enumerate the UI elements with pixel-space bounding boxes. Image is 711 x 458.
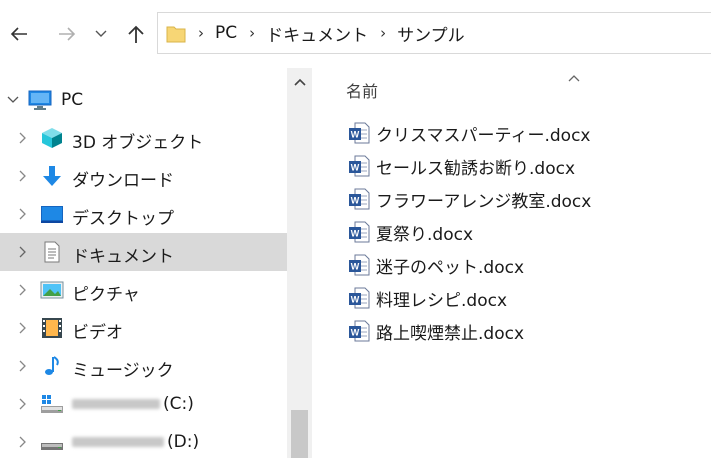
file-name: フラワーアレンジ教室.docx (376, 191, 592, 212)
file-item[interactable]: W 料理レシピ.docx (348, 285, 507, 311)
sort-ascending-icon (568, 75, 580, 82)
arrow-left-icon (10, 27, 27, 41)
svg-text:W: W (351, 196, 360, 206)
scroll-thumb[interactable] (291, 410, 308, 458)
redacted-text (72, 399, 160, 409)
sidebar-item-label: PC (61, 90, 84, 110)
file-name: クリスマスパーティー.docx (376, 125, 591, 146)
svg-text:W: W (351, 295, 360, 305)
svg-text:W: W (351, 229, 360, 239)
recent-locations-button[interactable] (92, 20, 110, 48)
back-button[interactable] (6, 20, 32, 48)
videos-icon (42, 318, 62, 338)
svg-text:W: W (351, 130, 360, 140)
chevron-down-icon (95, 30, 107, 37)
file-item[interactable]: W 夏祭り.docx (348, 219, 473, 245)
breadcrumb-documents[interactable]: ドキュメント (266, 21, 368, 46)
desktop-icon (41, 206, 63, 223)
sidebar-item-label: (D:) (72, 432, 199, 452)
sidebar-item-label: ミュージック (72, 361, 174, 381)
chevron-right-icon[interactable] (16, 359, 30, 373)
sidebar-item-label: (C:) (72, 394, 194, 414)
file-item[interactable]: W 路上喫煙禁止.docx (348, 318, 524, 344)
documents-icon (44, 241, 60, 263)
file-name: 料理レシピ.docx (376, 290, 508, 311)
breadcrumb-sample[interactable]: サンプル (397, 21, 465, 46)
word-document-icon: W (348, 320, 370, 342)
redacted-text (72, 437, 164, 447)
up-button[interactable] (123, 20, 149, 48)
chevron-down-icon[interactable] (6, 93, 20, 107)
file-list: 名前 W クリスマスパーティー.docx W セールス勧誘お断り.docx W フラワーア… (312, 68, 711, 458)
breadcrumb-separator: › (380, 24, 387, 42)
sidebar-item-3d-objects[interactable]: 3D オブジェクト (0, 119, 287, 157)
sidebar-item-videos[interactable]: ビデオ (0, 309, 287, 347)
breadcrumb-separator: › (198, 24, 204, 42)
sidebar-item-pc[interactable]: PC (0, 81, 287, 119)
breadcrumb-separator: › (249, 24, 256, 42)
word-document-icon: W (348, 221, 370, 243)
word-document-icon: W (348, 155, 370, 177)
scroll-up-button[interactable] (287, 68, 312, 96)
file-item[interactable]: W クリスマスパーティー.docx (348, 120, 590, 146)
file-name: 路上喫煙禁止.docx (376, 323, 525, 344)
column-header-name[interactable]: 名前 (346, 75, 580, 102)
folder-icon (166, 24, 186, 43)
word-document-icon: W (348, 254, 370, 276)
chevron-right-icon[interactable] (16, 397, 30, 411)
navigation-pane: PC 3D オブジェクト ダウンロード デスクトップ ドキュメント ピクチャ ビ… (0, 68, 287, 458)
toolbar: › PC › ドキュメント › サンプル (0, 0, 711, 68)
download-icon (43, 166, 61, 186)
chevron-right-icon[interactable] (16, 169, 30, 183)
arrow-right-icon (59, 27, 76, 41)
chevron-right-icon[interactable] (16, 435, 30, 449)
sidebar-item-music[interactable]: ミュージック (0, 347, 287, 385)
file-name: セールス勧誘お断り.docx (376, 158, 576, 179)
chevron-up-icon (293, 78, 306, 86)
column-header-label: 名前 (346, 82, 379, 101)
sidebar-item-desktop[interactable]: デスクトップ (0, 195, 287, 233)
sidebar-item-label: ピクチャ (72, 285, 140, 305)
file-item[interactable]: W フラワーアレンジ教室.docx (348, 186, 591, 212)
sidebar-item-label: デスクトップ (72, 209, 174, 229)
file-name: 迷子のペット.docx (376, 257, 525, 278)
sidebar-item-drive-c[interactable]: (C:) (0, 385, 287, 423)
chevron-right-icon[interactable] (16, 207, 30, 221)
sidebar-item-label: ダウンロード (72, 171, 174, 191)
chevron-right-icon[interactable] (16, 131, 30, 145)
chevron-right-icon[interactable] (16, 321, 30, 335)
sidebar-item-label: ドキュメント (72, 247, 174, 267)
word-document-icon: W (348, 188, 370, 210)
word-document-icon: W (348, 122, 370, 144)
pictures-icon (40, 281, 64, 299)
svg-text:W: W (351, 262, 360, 272)
word-document-icon: W (348, 287, 370, 309)
computer-icon (28, 90, 52, 110)
arrow-up-icon (128, 25, 144, 43)
3d-objects-icon (42, 128, 62, 148)
sidebar-item-documents[interactable]: ドキュメント (0, 233, 287, 271)
sidebar-item-downloads[interactable]: ダウンロード (0, 157, 287, 195)
sidebar-scrollbar[interactable] (287, 68, 312, 458)
svg-text:W: W (351, 328, 360, 338)
file-name: 夏祭り.docx (376, 224, 474, 245)
drive-icon (41, 395, 63, 413)
music-icon (45, 356, 59, 375)
file-item[interactable]: W 迷子のペット.docx (348, 252, 524, 278)
sidebar-item-drive-d[interactable]: (D:) (0, 423, 287, 458)
breadcrumb-pc[interactable]: PC (215, 23, 237, 43)
sidebar-item-label: 3D オブジェクト (72, 133, 204, 153)
chevron-right-icon[interactable] (16, 245, 30, 259)
forward-button[interactable] (54, 20, 80, 48)
drive-icon (41, 443, 63, 450)
chevron-right-icon[interactable] (16, 283, 30, 297)
address-bar[interactable]: › PC › ドキュメント › サンプル (157, 12, 711, 54)
sidebar-item-label: ビデオ (72, 323, 123, 343)
svg-text:W: W (351, 163, 360, 173)
file-item[interactable]: W セールス勧誘お断り.docx (348, 153, 575, 179)
sidebar-item-pictures[interactable]: ピクチャ (0, 271, 287, 309)
